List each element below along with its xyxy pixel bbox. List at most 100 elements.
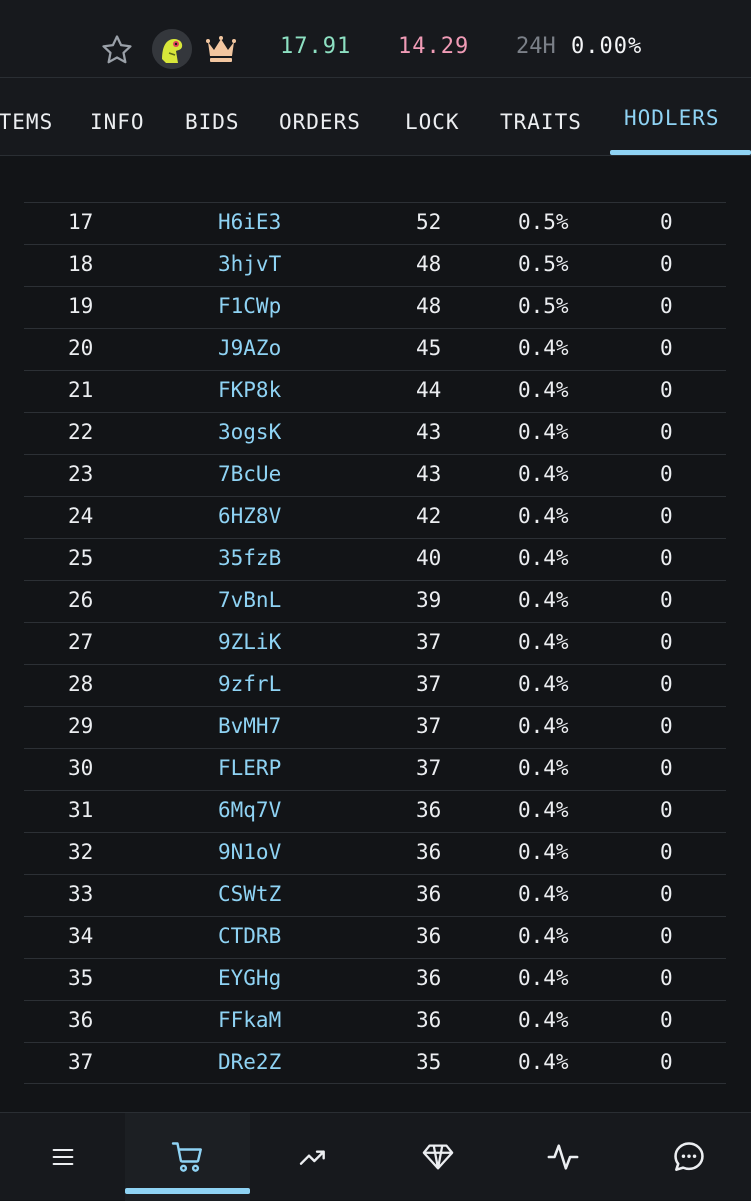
tab-bids[interactable]: BIDS (185, 110, 240, 134)
menu-icon (52, 1148, 73, 1166)
holder-listed-count: 0 (660, 924, 673, 948)
holder-percent: 0.5% (518, 294, 569, 318)
holder-rank: 35 (68, 966, 94, 990)
holder-rank: 23 (68, 462, 94, 486)
tab-items[interactable]: ITEMS (0, 110, 53, 134)
holder-address-link[interactable]: F1CWp (218, 294, 281, 318)
holder-listed-count: 0 (660, 252, 673, 276)
holder-address-link[interactable]: H6iE3 (218, 210, 281, 234)
holder-listed-count: 0 (660, 294, 673, 318)
holder-listed-count: 0 (660, 336, 673, 360)
holder-item-count: 36 (416, 1008, 442, 1032)
holder-address-link[interactable]: 3ogsK (218, 420, 281, 444)
holder-rank: 18 (68, 252, 94, 276)
crown-icon (206, 36, 236, 62)
holder-percent: 0.4% (518, 798, 569, 822)
holder-percent: 0.4% (518, 1050, 569, 1074)
ask-price-value: 14.29 (398, 34, 470, 59)
holder-item-count: 36 (416, 882, 442, 906)
holder-rank: 19 (68, 294, 94, 318)
change-period-label: 24H (516, 34, 556, 59)
holder-rank: 24 (68, 504, 94, 528)
holder-item-count: 40 (416, 546, 442, 570)
table-row: 22 3ogsK 43 0.4% 0 (24, 412, 726, 454)
holder-address-link[interactable]: 7BcUe (218, 462, 281, 486)
holder-item-count: 39 (416, 588, 442, 612)
holder-item-count: 48 (416, 252, 442, 276)
tab-orders[interactable]: ORDERS (279, 110, 361, 134)
holder-item-count: 37 (416, 756, 442, 780)
holder-listed-count: 0 (660, 1008, 673, 1032)
holder-address-link[interactable]: J9AZo (218, 336, 281, 360)
holder-address-link[interactable]: FLERP (218, 756, 281, 780)
holder-address-link[interactable]: CTDRB (218, 924, 281, 948)
nav-diamond-button[interactable] (375, 1113, 500, 1201)
holder-listed-count: 0 (660, 504, 673, 528)
tab-lock[interactable]: LOCK (405, 110, 460, 134)
holder-rank: 30 (68, 756, 94, 780)
active-nav-indicator (125, 1188, 250, 1194)
holders-table: 17 H6iE3 52 0.5% 0 18 3hjvT 48 0.5% 0 19 F1CWp 48 0.5… (24, 202, 726, 1084)
holder-address-link[interactable]: 9zfrL (218, 672, 281, 696)
holder-address-link[interactable]: 6Mq7V (218, 798, 281, 822)
holder-address-link[interactable]: 9ZLiK (218, 630, 281, 654)
holder-percent: 0.4% (518, 378, 569, 402)
holder-address-link[interactable]: 35fzB (218, 546, 281, 570)
nav-activity-button[interactable] (500, 1113, 625, 1201)
collection-tabs: ITEMS INFO BIDS ORDERS LOCK TRAITS HODLE… (0, 78, 751, 156)
holder-percent: 0.4% (518, 546, 569, 570)
holder-listed-count: 0 (660, 630, 673, 654)
holder-address-link[interactable]: 7vBnL (218, 588, 281, 612)
holder-rank: 33 (68, 882, 94, 906)
holder-percent: 0.4% (518, 672, 569, 696)
holder-address-link[interactable]: BvMH7 (218, 714, 281, 738)
holder-address-link[interactable]: CSWtZ (218, 882, 281, 906)
holder-percent: 0.4% (518, 756, 569, 780)
holder-rank: 31 (68, 798, 94, 822)
holder-item-count: 37 (416, 672, 442, 696)
table-row: 32 9N1oV 36 0.4% 0 (24, 832, 726, 874)
nav-menu-button[interactable] (0, 1113, 125, 1201)
nav-chat-button[interactable] (626, 1113, 751, 1201)
table-row: 26 7vBnL 39 0.4% 0 (24, 580, 726, 622)
holder-rank: 20 (68, 336, 94, 360)
holder-percent: 0.4% (518, 630, 569, 654)
table-row: 36 FFkaM 36 0.4% 0 (24, 1000, 726, 1042)
table-row: 33 CSWtZ 36 0.4% 0 (24, 874, 726, 916)
cart-icon (171, 1142, 202, 1172)
nav-trending-button[interactable] (250, 1113, 375, 1201)
holder-rank: 28 (68, 672, 94, 696)
holder-listed-count: 0 (660, 966, 673, 990)
change-value: 0.00% (571, 34, 643, 59)
holder-listed-count: 0 (660, 420, 673, 444)
holder-address-link[interactable]: FFkaM (218, 1008, 281, 1032)
holder-address-link[interactable]: 9N1oV (218, 840, 281, 864)
holder-percent: 0.5% (518, 210, 569, 234)
holder-percent: 0.4% (518, 588, 569, 612)
holder-rank: 25 (68, 546, 94, 570)
holder-address-link[interactable]: 3hjvT (218, 252, 281, 276)
holder-item-count: 37 (416, 630, 442, 654)
chat-icon (673, 1142, 704, 1171)
star-icon[interactable] (100, 33, 134, 67)
holder-percent: 0.4% (518, 504, 569, 528)
holder-address-link[interactable]: 6HZ8V (218, 504, 281, 528)
holder-listed-count: 0 (660, 588, 673, 612)
holder-item-count: 36 (416, 924, 442, 948)
collection-stats-bar: 17.91 14.29 24H 0.00% (0, 0, 751, 78)
holder-address-link[interactable]: EYGHg (218, 966, 281, 990)
holder-item-count: 43 (416, 462, 442, 486)
table-row: 20 J9AZo 45 0.4% 0 (24, 328, 726, 370)
tab-info[interactable]: INFO (90, 110, 145, 134)
tab-hodlers[interactable]: HODLERS (624, 106, 720, 130)
holder-item-count: 36 (416, 840, 442, 864)
holder-item-count: 44 (416, 378, 442, 402)
holder-item-count: 36 (416, 966, 442, 990)
holder-rank: 29 (68, 714, 94, 738)
tab-traits[interactable]: TRAITS (500, 110, 582, 134)
holder-listed-count: 0 (660, 546, 673, 570)
holder-listed-count: 0 (660, 882, 673, 906)
table-row: 30 FLERP 37 0.4% 0 (24, 748, 726, 790)
holder-address-link[interactable]: DRe2Z (218, 1050, 281, 1074)
holder-address-link[interactable]: FKP8k (218, 378, 281, 402)
